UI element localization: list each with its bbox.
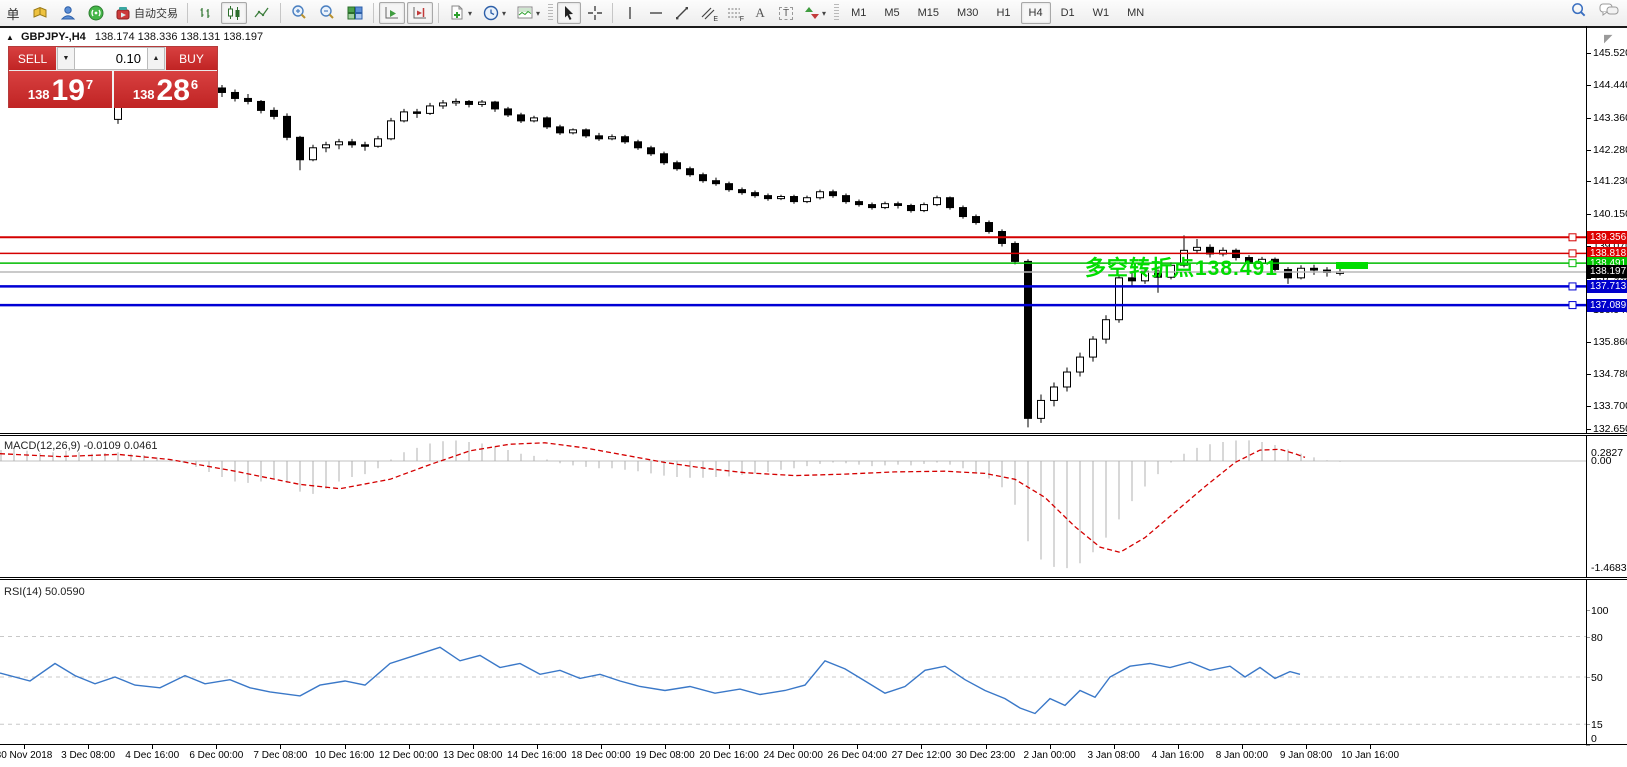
price-tag-139.356: 139.356 (1587, 231, 1627, 244)
hline-handle[interactable] (1569, 250, 1576, 257)
hline-handle[interactable] (1569, 283, 1576, 290)
price-tag-137.089: 137.089 (1587, 299, 1627, 312)
price-axis-label: 144.440 (1593, 79, 1627, 91)
hline-handle[interactable] (1569, 234, 1576, 241)
symbol-period: GBPJPY-,H4 (21, 31, 86, 43)
price-tag-137.713: 137.713 (1587, 280, 1627, 293)
ask-prefix: 138 (133, 87, 155, 102)
ask-price[interactable]: 138 28 6 (114, 71, 217, 108)
price-axis-label: 145.520 (1593, 47, 1627, 59)
bid-big-digits: 19 (52, 76, 85, 106)
price-axis-label: 134.780 (1593, 368, 1627, 380)
panel-collapse-toggle[interactable]: ▲ (6, 33, 14, 42)
ask-sup-digit: 6 (191, 77, 198, 92)
chart-shift-marker[interactable]: ◤ (1604, 32, 1612, 45)
pane-separator[interactable] (0, 433, 1627, 436)
chart-graphics[interactable] (0, 0, 1627, 767)
pane-separator[interactable] (0, 577, 1627, 580)
volume-input[interactable] (75, 47, 147, 70)
time-axis-border (0, 744, 1627, 745)
hline-handle[interactable] (1569, 302, 1576, 309)
price-axis-label: 142.280 (1593, 144, 1627, 156)
price-axis-label: 133.700 (1593, 400, 1627, 412)
mt4-window: 单 自动交易 (0, 0, 1627, 767)
hline-handle[interactable] (1569, 260, 1576, 267)
sell-button[interactable]: SELL (9, 47, 57, 70)
price-tag-138.197: 138.197 (1587, 265, 1627, 278)
rsi-label: RSI(14) 50.0590 (4, 586, 85, 598)
one-click-trading-panel: SELL ▼ ▲ BUY 138 19 7 138 28 6 (8, 46, 218, 108)
price-axis-label: 140.150 (1593, 208, 1627, 220)
buy-button[interactable]: BUY (165, 47, 217, 70)
chart-title: ▲ GBPJPY-,H4 138.174 138.336 138.131 138… (6, 31, 263, 43)
price-axis-label: 143.360 (1593, 112, 1627, 124)
macd-label: MACD(12,26,9) -0.0109 0.0461 (4, 440, 157, 452)
price-axis-label: 141.230 (1593, 175, 1627, 187)
macd-histogram (1, 440, 1340, 568)
bid-prefix: 138 (28, 87, 50, 102)
macd-signal-line (0, 443, 1305, 553)
ohlc-values: 138.174 138.336 138.131 138.197 (95, 31, 263, 43)
green-line-segment[interactable] (1336, 262, 1368, 269)
price-axis-border (1586, 26, 1587, 744)
bid-sup-digit: 7 (86, 77, 93, 92)
chart-annotation-text[interactable]: 多空转折点138.491 (1085, 252, 1278, 282)
volume-increase-button[interactable]: ▲ (147, 47, 165, 70)
volume-decrease-button[interactable]: ▼ (57, 47, 75, 70)
bid-price[interactable]: 138 19 7 (9, 71, 114, 108)
price-axis-label: 135.860 (1593, 336, 1627, 348)
ask-big-digits: 28 (157, 76, 190, 106)
rsi-line (0, 647, 1300, 713)
